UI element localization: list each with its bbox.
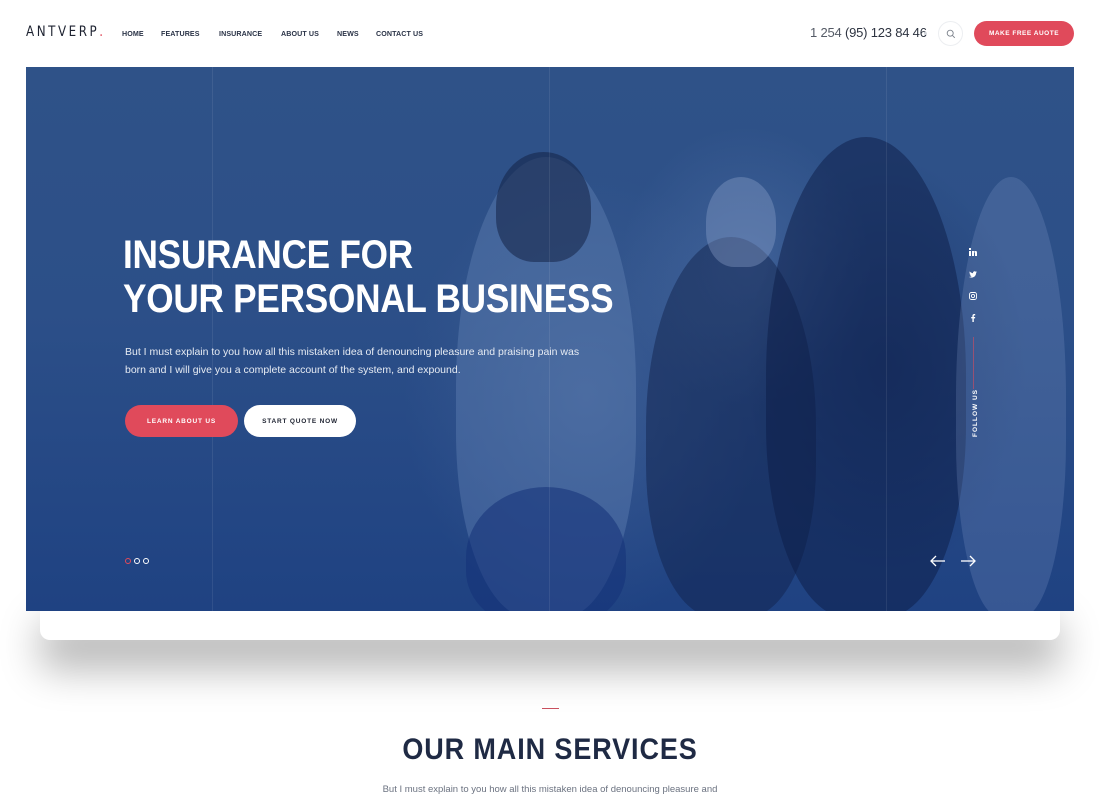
- make-free-quote-button[interactable]: MAKE FREE AUOTE: [974, 21, 1074, 46]
- nav-news[interactable]: NEWS: [337, 29, 359, 38]
- twitter-link[interactable]: [968, 269, 978, 279]
- grid-line: [886, 67, 887, 611]
- site-header: ANTVERP. HOME FEATURES INSURANCE ABOUT U…: [0, 0, 1100, 66]
- hero-description: But I must explain to you how all this m…: [125, 346, 580, 376]
- phone-main: (95) 123 84 46: [844, 25, 927, 40]
- prev-slide-button[interactable]: [929, 554, 947, 568]
- slide-dot-3[interactable]: [143, 558, 149, 564]
- logo-text: ANTVERP: [26, 24, 100, 40]
- start-quote-now-button[interactable]: START QUOTE NOW: [244, 405, 356, 437]
- slide-dot-2[interactable]: [134, 558, 140, 564]
- hero-title-line-2: YOUR PERSONAL BUSINESS: [123, 277, 614, 321]
- hero-figure: [766, 137, 966, 611]
- logo-dot: .: [99, 24, 104, 40]
- phone-number[interactable]: 1 254 (95) 123 84 46: [810, 25, 927, 40]
- arrow-left-icon: [930, 555, 945, 567]
- nav-insurance[interactable]: INSURANCE: [219, 29, 262, 38]
- grid-line: [549, 67, 550, 611]
- search-button[interactable]: [938, 21, 963, 46]
- main-nav: HOME FEATURES INSURANCE ABOUT US NEWS CO…: [122, 29, 443, 38]
- hero-figure: [706, 177, 776, 267]
- linkedin-link[interactable]: [968, 247, 978, 257]
- learn-about-us-button[interactable]: LEARN ABOUT US: [125, 405, 238, 437]
- follow-us-label: FOLLOW US: [972, 389, 979, 437]
- hero-title: INSURANCE FOR YOUR PERSONAL BUSINESS: [123, 233, 614, 321]
- social-links: [966, 247, 980, 389]
- instagram-icon: [969, 292, 977, 300]
- section-accent-line: [542, 708, 559, 709]
- linkedin-icon: [969, 248, 977, 256]
- logo[interactable]: ANTVERP.: [26, 24, 103, 40]
- next-slide-button[interactable]: [959, 554, 977, 568]
- services-description: But I must explain to you how all this m…: [382, 784, 718, 795]
- search-icon: [946, 29, 955, 38]
- facebook-icon: [971, 314, 976, 322]
- hero-slider: INSURANCE FOR YOUR PERSONAL BUSINESS But…: [26, 67, 1074, 611]
- phone-prefix: 1 254: [810, 25, 842, 40]
- social-divider: [972, 337, 974, 389]
- arrow-right-icon: [961, 555, 976, 567]
- slider-pagination: [125, 558, 149, 564]
- nav-about-us[interactable]: ABOUT US: [281, 29, 319, 38]
- instagram-link[interactable]: [968, 291, 978, 301]
- twitter-icon: [969, 270, 977, 278]
- services-title: OUR MAIN SERVICES: [402, 733, 698, 766]
- facebook-link[interactable]: [968, 313, 978, 323]
- nav-contact-us[interactable]: CONTACT US: [376, 29, 423, 38]
- nav-features[interactable]: FEATURES: [161, 29, 200, 38]
- slide-dot-1[interactable]: [125, 558, 131, 564]
- nav-home[interactable]: HOME: [122, 29, 144, 38]
- hero-title-line-1: INSURANCE FOR: [123, 233, 413, 277]
- separator-dot: [924, 32, 927, 35]
- grid-line: [212, 67, 213, 611]
